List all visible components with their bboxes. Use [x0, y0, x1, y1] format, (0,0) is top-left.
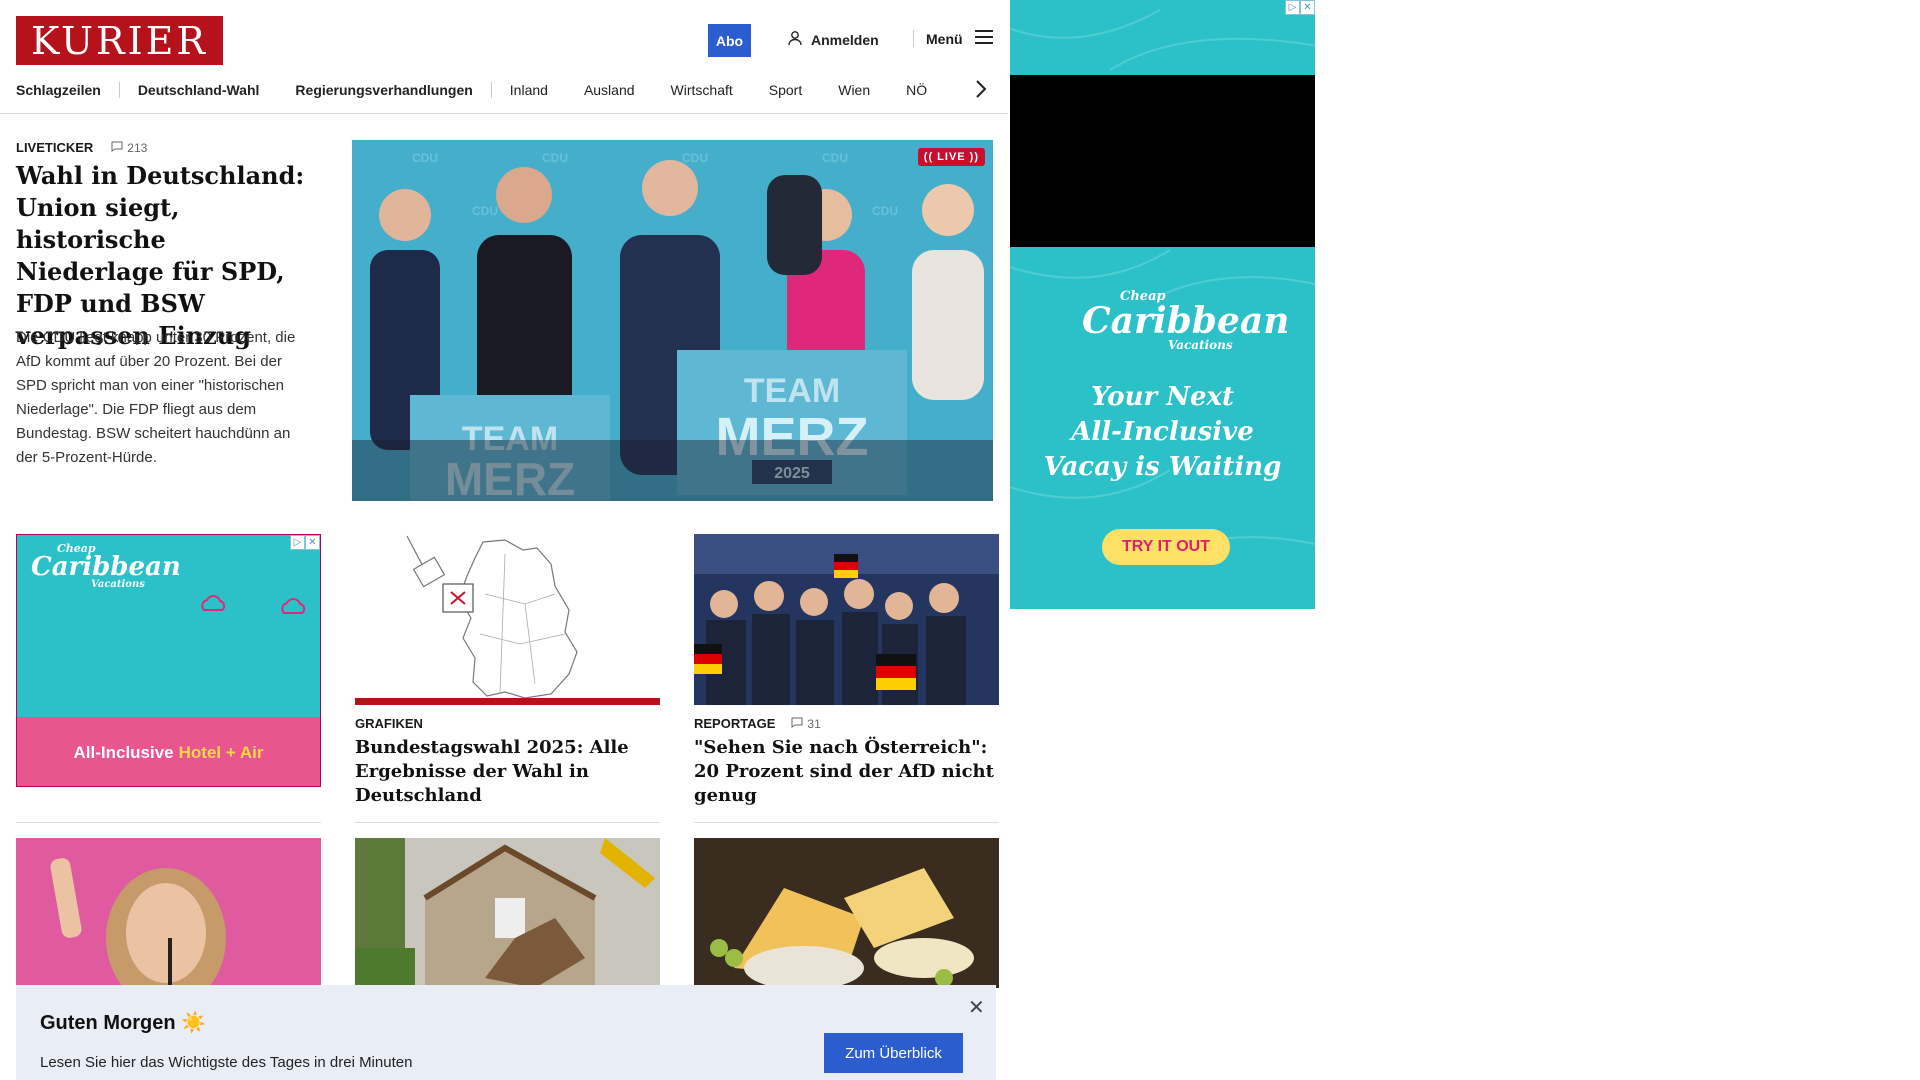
backdrop-cdu-text: CDU: [872, 204, 898, 218]
morning-briefing-banner: Guten Morgen ☀️ Lesen Sie hier das Wicht…: [16, 985, 996, 1080]
backdrop-cdu-text: CDU: [542, 151, 568, 165]
ad-brand-name: Caribbean: [31, 552, 181, 582]
card-kicker-label: GRAFIKEN: [355, 716, 423, 731]
live-badge: (( LIVE )): [917, 148, 985, 166]
nav-item-wirtschaft[interactable]: Wirtschaft: [653, 82, 751, 98]
backdrop-cdu-text: CDU: [822, 151, 848, 165]
hero-teaser: Die CDU liegt knapp unter 30 Prozent, di…: [16, 329, 296, 466]
cloud-icon: [281, 598, 306, 614]
ad-copy-line: Your Next: [1090, 382, 1235, 412]
nav-item-wien[interactable]: Wien: [820, 82, 888, 98]
row-divider: [694, 822, 999, 823]
hero-headline[interactable]: Wahl in Deutschland: Union siegt, histor…: [16, 160, 316, 352]
card-comment-count-value: 31: [807, 716, 821, 731]
nav-item-schlagzeilen[interactable]: Schlagzeilen: [16, 82, 119, 98]
ad-big-copy: Your Next All-Inclusive Vacay is Waiting: [1010, 380, 1315, 485]
row-divider: [355, 822, 660, 823]
card-kicker-grafiken: GRAFIKEN: [355, 716, 423, 731]
card-kicker-reportage: REPORTAGE 31: [694, 716, 821, 731]
menu-label: Menü: [926, 30, 963, 47]
morning-title: Guten Morgen ☀️: [40, 1012, 207, 1034]
ad-offer-text: All-Inclusive: [73, 742, 174, 762]
nav-item-ausland[interactable]: Ausland: [566, 82, 653, 98]
nav-item-regierungsverhandlungen[interactable]: Regierungsverhandlungen: [277, 82, 490, 98]
login-button[interactable]: Anmelden: [787, 30, 879, 49]
card-image-cheese[interactable]: [694, 838, 999, 988]
ad-small-brand: Cheap Caribbean Vacations: [31, 543, 181, 590]
ad-choices[interactable]: ▷ ✕: [290, 535, 320, 550]
ad-close-icon[interactable]: ✕: [1300, 0, 1315, 15]
cheese-photo: [694, 838, 999, 988]
hero-comment-count[interactable]: 213: [111, 141, 147, 155]
menu-button[interactable]: Menü: [913, 30, 993, 47]
site-header: KURIER Abo Anmelden Menü Schlagzeilen De…: [0, 0, 1008, 114]
germany-map-illustration: [406, 535, 578, 699]
ad-info-icon[interactable]: ▷: [290, 535, 305, 550]
portrait-photo: [16, 838, 321, 988]
cloud-icon: [201, 595, 226, 611]
ad-copy-line: Vacay is Waiting: [1043, 452, 1282, 482]
crowd-photo: [694, 534, 999, 705]
card-image-grafiken[interactable]: [355, 534, 660, 705]
card-title-reportage[interactable]: "Sehen Sie nach Österreich": 20 Prozent …: [694, 736, 999, 808]
card-image-reportage[interactable]: [694, 534, 999, 705]
comment-icon: [111, 141, 123, 155]
nav-item-noe[interactable]: NÖ: [888, 82, 945, 98]
ad-banner-large[interactable]: Cheap Caribbean Vacations Your Next All-…: [1010, 0, 1315, 609]
abo-button[interactable]: Abo: [708, 24, 751, 57]
hero-kicker: LIVETICKER 213: [16, 140, 147, 155]
ad-copy-line: All-Inclusive: [1071, 417, 1254, 447]
kurier-logo[interactable]: KURIER: [16, 16, 223, 65]
card-accent-bar: [355, 698, 660, 705]
hamburger-icon: [974, 30, 993, 47]
hero-kicker-label: LIVETICKER: [16, 140, 94, 155]
user-icon: [787, 30, 803, 49]
ad-info-icon[interactable]: ▷: [1285, 0, 1300, 15]
morning-subtitle: Lesen Sie hier das Wichtigste des Tages …: [40, 1054, 413, 1071]
comment-icon: [791, 717, 803, 731]
ad-big-brand: Cheap Caribbean Vacations: [1082, 290, 1289, 351]
ad-close-icon[interactable]: ✕: [305, 535, 320, 550]
card-comment-count[interactable]: 31: [791, 716, 821, 731]
ad-choices[interactable]: ▷ ✕: [1285, 0, 1315, 15]
ad-video-player[interactable]: [1010, 75, 1315, 247]
card-image-politician[interactable]: [16, 838, 321, 988]
sign-team-text: TEAM: [744, 372, 840, 410]
nav-next-arrow-icon[interactable]: [974, 78, 988, 105]
backdrop-cdu-text: CDU: [412, 151, 438, 165]
ad-small-offer: All-Inclusive Hotel + Air: [17, 717, 320, 786]
ad-brand-name: Caribbean: [1082, 300, 1290, 342]
close-icon[interactable]: ✕: [968, 995, 985, 1020]
section-nav: Schlagzeilen Deutschland-Wahl Regierungs…: [16, 80, 945, 100]
ad-cta-button[interactable]: TRY IT OUT: [1102, 529, 1230, 565]
overview-button[interactable]: Zum Überblick: [824, 1033, 963, 1073]
row-divider: [16, 822, 321, 823]
ad-banner-small[interactable]: Cheap Caribbean Vacations All-Inclusive …: [16, 534, 321, 787]
hero-image[interactable]: CDU CDU CDU CDU CDU CDU TEAM MERZ TEAM M…: [352, 140, 993, 501]
nav-item-deutschland-wahl[interactable]: Deutschland-Wahl: [120, 82, 278, 98]
backdrop-cdu-text: CDU: [682, 151, 708, 165]
nav-item-inland[interactable]: Inland: [492, 82, 566, 98]
card-title-grafiken[interactable]: Bundestagswahl 2025: Alle Ergebnisse der…: [355, 736, 660, 808]
nav-item-sport[interactable]: Sport: [751, 82, 820, 98]
ad-small-visual: Cheap Caribbean Vacations: [17, 535, 320, 717]
backdrop-cdu-text: CDU: [472, 204, 498, 218]
ad-offer-accent: Hotel + Air: [178, 742, 264, 762]
card-kicker-label: REPORTAGE: [694, 716, 776, 731]
hero-comment-count-value: 213: [127, 140, 148, 155]
card-image-demolition[interactable]: [355, 838, 660, 988]
demolition-photo: [355, 838, 660, 988]
login-label: Anmelden: [811, 31, 879, 48]
